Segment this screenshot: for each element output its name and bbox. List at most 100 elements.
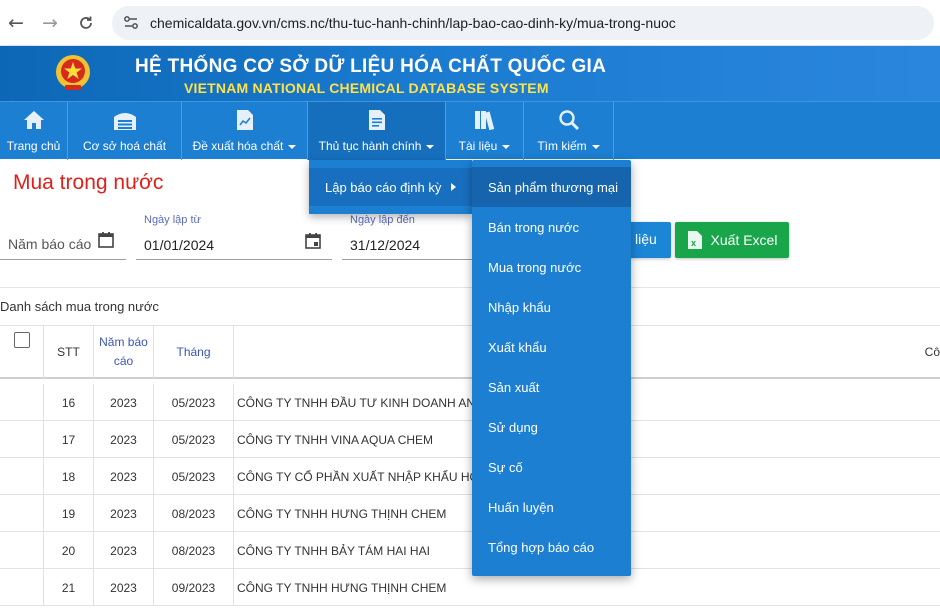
table-row[interactable]: 20 2023 08/2023 CÔNG TY TNHH BẢY TÁM HAI… [0, 532, 940, 569]
stt-cell: 19 [44, 495, 94, 532]
select-all-cell [0, 326, 44, 378]
nav-item-admin-procedures[interactable]: Thủ tục hành chính [308, 102, 446, 160]
select-all-checkbox[interactable] [13, 332, 30, 348]
month-cell: 08/2023 [154, 532, 234, 569]
submenu-item-commercial-products[interactable]: Sản phẩm thương mại [472, 167, 631, 207]
nav-label-admin-procedures: Thủ tục hành chính [319, 139, 435, 153]
column-header-year-line2: cáo [113, 354, 134, 368]
column-header-company-label: Cô [924, 344, 940, 359]
table-row[interactable]: 16 2023 05/2023 CÔNG TY TNHH ĐẦU TƯ KINH… [0, 384, 940, 421]
select-cell[interactable] [0, 384, 44, 421]
search-icon [558, 110, 579, 131]
export-excel-label: Xuất Excel [710, 232, 778, 248]
periodic-report-submenu: Sản phẩm thương mại Bán trong nước Mua t… [472, 160, 631, 576]
national-emblem-icon [56, 55, 90, 90]
month-cell: 05/2023 [154, 421, 234, 458]
home-icon [23, 111, 44, 129]
nav-item-chemical-facilities[interactable]: Cơ sở hoá chất [68, 102, 182, 160]
nav-item-chemical-proposal[interactable]: Đề xuất hóa chất [182, 102, 308, 160]
nav-label-chemical-proposal: Đề xuất hóa chất [193, 139, 297, 153]
table-header: STT Năm báo cáo Tháng Cô [0, 325, 940, 379]
menu-item-periodic-report[interactable]: Lập báo cáo định kỳ [309, 168, 472, 206]
nav-label-chemical-facilities: Cơ sở hoá chất [82, 139, 167, 153]
date-to-field[interactable]: Ngày lập đến 31/12/2024 [342, 208, 477, 260]
year-cell: 2023 [94, 569, 154, 606]
date-picker-icon[interactable] [304, 232, 322, 250]
date-from-label: Ngày lập từ [144, 214, 201, 226]
document-icon [368, 110, 385, 130]
submenu-item-training[interactable]: Huấn luyện [472, 487, 631, 527]
excel-file-icon: x [687, 231, 702, 249]
date-from-field[interactable]: Ngày lập từ 01/01/2024 [136, 208, 332, 260]
submenu-arrow-icon [451, 183, 456, 191]
header-title: HỆ THỐNG CƠ SỞ DỮ LIỆU HÓA CHẤT QUỐC GIA [135, 56, 607, 77]
browser-toolbar: ← → chemicaldata.gov.vn/cms.nc/thu-tuc-h… [0, 0, 940, 46]
warehouse-icon [113, 113, 136, 130]
column-header-year[interactable]: Năm báo cáo [94, 326, 154, 378]
back-arrow-icon[interactable]: ← [2, 9, 30, 37]
select-cell[interactable] [0, 458, 44, 495]
table-row[interactable]: 17 2023 05/2023 CÔNG TY TNHH VINA AQUA C… [0, 421, 940, 458]
nav-label-search: Tìm kiếm [537, 139, 600, 153]
header-subtitle: VIETNAM NATIONAL CHEMICAL DATABASE SYSTE… [184, 80, 549, 96]
list-caption: Danh sách mua trong nước [0, 299, 159, 314]
select-cell[interactable] [0, 495, 44, 532]
stt-cell: 16 [44, 384, 94, 421]
month-cell: 08/2023 [154, 495, 234, 532]
month-cell: 05/2023 [154, 384, 234, 421]
address-bar[interactable]: chemicaldata.gov.vn/cms.nc/thu-tuc-hanh-… [112, 6, 934, 40]
submenu-item-report-summary[interactable]: Tổng hợp báo cáo [472, 527, 631, 567]
chart-document-icon [236, 110, 253, 130]
admin-procedures-dropdown: Lập báo cáo định kỳ [309, 160, 472, 214]
submenu-item-export[interactable]: Xuất khẩu [472, 327, 631, 367]
menu-item-periodic-report-label: Lập báo cáo định kỳ [325, 179, 442, 195]
reload-icon[interactable] [72, 9, 100, 37]
svg-text:x: x [691, 238, 696, 248]
submenu-item-import[interactable]: Nhập khẩu [472, 287, 631, 327]
stt-cell: 18 [44, 458, 94, 495]
year-cell: 2023 [94, 421, 154, 458]
table-row[interactable]: 19 2023 08/2023 CÔNG TY TNHH HƯNG THỊNH … [0, 495, 940, 532]
select-cell[interactable] [0, 421, 44, 458]
submenu-item-usage[interactable]: Sử dụng [472, 407, 631, 447]
stt-cell: 20 [44, 532, 94, 569]
table-row[interactable]: 18 2023 05/2023 CÔNG TY CỔ PHẦN XUẤT NHẬ… [0, 458, 940, 495]
column-header-month[interactable]: Tháng [154, 326, 234, 378]
url-text: chemicaldata.gov.vn/cms.nc/thu-tuc-hanh-… [150, 15, 676, 31]
main-navigation: Trang chủ Cơ sở hoá chất Đề xuất hóa chấ… [0, 101, 940, 160]
forward-arrow-icon[interactable]: → [36, 9, 64, 37]
column-header-year-line1: Năm báo [99, 335, 148, 349]
date-from-value: 01/01/2024 [144, 237, 215, 253]
nav-label-documents: Tài liệu [459, 139, 511, 153]
submenu-item-production[interactable]: Sản xuất [472, 367, 631, 407]
month-cell: 09/2023 [154, 569, 234, 606]
nav-label-home: Trang chủ [6, 139, 61, 153]
date-to-value: 31/12/2024 [350, 237, 421, 253]
year-cell: 2023 [94, 495, 154, 532]
column-header-stt[interactable]: STT [44, 326, 94, 378]
nav-item-search[interactable]: Tìm kiếm [524, 102, 614, 160]
stt-cell: 21 [44, 569, 94, 606]
year-cell: 2023 [94, 458, 154, 495]
export-excel-button[interactable]: x Xuất Excel [675, 222, 789, 258]
report-year-field[interactable]: Năm báo cáo [0, 208, 126, 260]
date-to-label: Ngày lập đến [350, 214, 415, 226]
table-row[interactable]: 21 2023 09/2023 CÔNG TY TNHH HƯNG THỊNH … [0, 569, 940, 606]
submenu-item-incident[interactable]: Sự cố [472, 447, 631, 487]
site-settings-icon[interactable] [122, 14, 140, 32]
report-year-placeholder: Năm báo cáo [8, 236, 92, 252]
nav-item-home[interactable]: Trang chủ [0, 102, 68, 160]
select-cell[interactable] [0, 569, 44, 606]
year-cell: 2023 [94, 384, 154, 421]
submenu-item-domestic-purchase[interactable]: Mua trong nước [472, 247, 631, 287]
stt-cell: 17 [44, 421, 94, 458]
data-button-label: liệu [635, 231, 657, 247]
year-cell: 2023 [94, 532, 154, 569]
submenu-item-domestic-sales[interactable]: Bán trong nước [472, 207, 631, 247]
month-cell: 05/2023 [154, 458, 234, 495]
books-icon [474, 111, 494, 131]
select-cell[interactable] [0, 532, 44, 569]
calendar-icon[interactable] [97, 231, 115, 249]
page-title: Mua trong nước [13, 171, 164, 194]
nav-item-documents[interactable]: Tài liệu [446, 102, 524, 160]
